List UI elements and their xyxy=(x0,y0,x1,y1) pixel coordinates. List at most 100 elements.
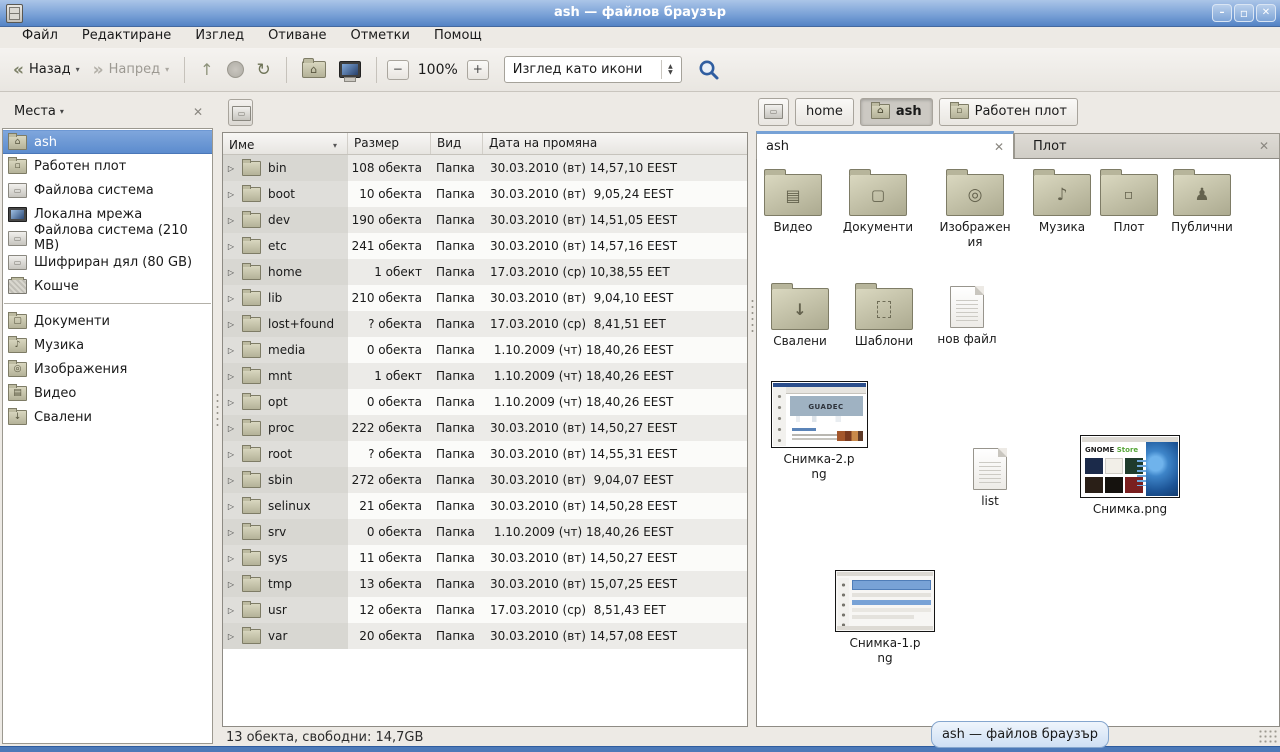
expander-icon[interactable]: ▷ xyxy=(223,294,239,303)
minimize-button[interactable] xyxy=(1212,4,1232,22)
sidebar-item-файлова-система[interactable]: ▭Файлова система xyxy=(3,178,212,202)
expander-icon[interactable]: ▷ xyxy=(223,190,239,199)
table-row[interactable]: ▷boot10 обектаПапка30.03.2010 (вт) 9,05,… xyxy=(223,181,747,207)
expander-icon[interactable]: ▷ xyxy=(223,424,239,433)
computer-button[interactable] xyxy=(334,57,366,82)
sidebar-item-работен-плот[interactable]: ▫Работен плот xyxy=(3,154,212,178)
column-header-name[interactable]: Име ▾ xyxy=(223,133,348,154)
table-row[interactable]: ▷root? обектаПапка30.03.2010 (вт) 14,55,… xyxy=(223,441,747,467)
folder-icon-images[interactable]: Изображения xyxy=(936,174,1014,250)
tree-root-button[interactable]: ▭ xyxy=(228,99,253,126)
file-icon-snimka-2[interactable]: GUADEC Снимка-2.png xyxy=(770,381,868,482)
file-icon-new-file[interactable]: нов файл xyxy=(928,286,1006,347)
expander-icon[interactable]: ▷ xyxy=(223,450,239,459)
expander-icon[interactable]: ▷ xyxy=(223,242,239,251)
search-icon[interactable] xyxy=(697,58,721,82)
up-button[interactable] xyxy=(195,56,218,83)
expander-icon[interactable]: ▷ xyxy=(223,164,239,173)
folder-icon-public[interactable]: Публични xyxy=(1162,174,1242,235)
expander-icon[interactable]: ▷ xyxy=(223,554,239,563)
table-row[interactable]: ▷var20 обектаПапка30.03.2010 (вт) 14,57,… xyxy=(223,623,747,649)
stop-button[interactable] xyxy=(222,57,249,82)
breadcrumb-desktop-button[interactable]: ▫ Работен плот xyxy=(939,98,1078,126)
zoom-out-button[interactable]: − xyxy=(387,60,409,80)
table-row[interactable]: ▷mnt1 обектПапка 1.10.2009 (чт) 18,40,26… xyxy=(223,363,747,389)
places-title[interactable]: Места xyxy=(14,104,56,119)
places-close-icon[interactable]: ✕ xyxy=(193,105,203,119)
forward-button[interactable]: Напред ▾ xyxy=(88,56,174,84)
table-row[interactable]: ▷etc241 обектаПапка30.03.2010 (вт) 14,57… xyxy=(223,233,747,259)
breadcrumb-ash-button[interactable]: ⌂ ash xyxy=(860,98,933,126)
table-row[interactable]: ▷tmp13 обектаПапка30.03.2010 (вт) 15,07,… xyxy=(223,571,747,597)
expander-icon[interactable]: ▷ xyxy=(223,372,239,381)
menu-item-4[interactable]: Отметки xyxy=(338,27,421,48)
table-row[interactable]: ▷dev190 обектаПапка30.03.2010 (вт) 14,51… xyxy=(223,207,747,233)
back-button[interactable]: Назад ▾ xyxy=(8,56,85,84)
places-dropdown-caret[interactable]: ▾ xyxy=(60,107,64,116)
resize-grip[interactable] xyxy=(1258,729,1278,745)
sidebar-item-свалени[interactable]: ↓Свалени xyxy=(3,405,212,429)
forward-dropdown-caret[interactable]: ▾ xyxy=(165,65,169,74)
expander-icon[interactable]: ▷ xyxy=(223,632,239,641)
tab-close-icon[interactable]: ✕ xyxy=(994,140,1004,154)
zoom-in-button[interactable]: + xyxy=(467,60,489,80)
menu-item-1[interactable]: Редактиране xyxy=(70,27,183,48)
menu-item-5[interactable]: Помощ xyxy=(422,27,494,48)
sidebar-item-изображения[interactable]: ◎Изображения xyxy=(3,357,212,381)
sidebar-item-видео[interactable]: ▤Видео xyxy=(3,381,212,405)
expander-icon[interactable]: ▷ xyxy=(223,502,239,511)
table-row[interactable]: ▷opt0 обектаПапка 1.10.2009 (чт) 18,40,2… xyxy=(223,389,747,415)
menu-item-0[interactable]: Файл xyxy=(10,27,70,48)
combo-spinner-icon[interactable] xyxy=(661,60,673,79)
column-header-type[interactable]: Вид xyxy=(431,133,483,154)
sidebar-item-файлова-система-210-mb-[interactable]: ▭Файлова система (210 MB) xyxy=(3,226,212,250)
expander-icon[interactable]: ▷ xyxy=(223,580,239,589)
expander-icon[interactable]: ▷ xyxy=(223,606,239,615)
table-row[interactable]: ▷srv0 обектаПапка 1.10.2009 (чт) 18,40,2… xyxy=(223,519,747,545)
back-dropdown-caret[interactable]: ▾ xyxy=(76,65,80,74)
table-row[interactable]: ▷lost+found? обектаПапка17.03.2010 (ср) … xyxy=(223,311,747,337)
tab-close-icon[interactable]: ✕ xyxy=(1259,139,1269,153)
expander-icon[interactable]: ▷ xyxy=(223,268,239,277)
file-icon-snimka-1[interactable]: Снимка-1.png xyxy=(835,570,935,666)
file-icon-snimka[interactable]: GNOME Store Снимка.png xyxy=(1080,435,1180,517)
table-row[interactable]: ▷sys11 обектаПапка30.03.2010 (вт) 14,50,… xyxy=(223,545,747,571)
sidebar-item-кошче[interactable]: Кошче xyxy=(3,274,212,298)
table-row[interactable]: ▷usr12 обектаПапка17.03.2010 (ср) 8,51,4… xyxy=(223,597,747,623)
sidebar-item-ash[interactable]: ⌂ash xyxy=(3,130,212,154)
folder-icon-templates[interactable]: Шаблони xyxy=(844,288,924,349)
expander-icon[interactable]: ▷ xyxy=(223,528,239,537)
home-button[interactable] xyxy=(297,57,331,82)
folder-icon-documents[interactable]: Документи xyxy=(835,174,921,235)
table-row[interactable]: ▷selinux21 обектаПапка30.03.2010 (вт) 14… xyxy=(223,493,747,519)
sidebar-item-шифриран-дял-80-gb-[interactable]: ▭Шифриран дял (80 GB) xyxy=(3,250,212,274)
expander-icon[interactable]: ▷ xyxy=(223,216,239,225)
taskbar-window-button[interactable]: ash — файлов браузър xyxy=(931,721,1109,748)
menu-item-3[interactable]: Отиване xyxy=(256,27,338,48)
file-icon-list[interactable]: list xyxy=(951,448,1029,509)
sidebar-splitter[interactable] xyxy=(214,392,221,428)
table-row[interactable]: ▷proc222 обектаПапка30.03.2010 (вт) 14,5… xyxy=(223,415,747,441)
folder-icon-downloads[interactable]: Свалени xyxy=(760,288,840,349)
tab-plot[interactable]: Плот ✕ xyxy=(1014,133,1280,159)
breadcrumb-home-button[interactable]: home xyxy=(795,98,854,126)
table-row[interactable]: ▷bin108 обектаПапка30.03.2010 (вт) 14,57… xyxy=(223,155,747,181)
expander-icon[interactable]: ▷ xyxy=(223,320,239,329)
table-row[interactable]: ▷media0 обектаПапка 1.10.2009 (чт) 18,40… xyxy=(223,337,747,363)
folder-icon-desktop[interactable]: Плот xyxy=(1095,174,1163,235)
table-row[interactable]: ▷home1 обектПапка17.03.2010 (ср) 10,38,5… xyxy=(223,259,747,285)
panel-splitter[interactable] xyxy=(749,298,756,334)
maximize-button[interactable] xyxy=(1234,4,1254,22)
folder-icon-video[interactable]: Видео xyxy=(751,174,835,235)
menu-item-2[interactable]: Изглед xyxy=(183,27,256,48)
column-header-size[interactable]: Размер xyxy=(348,133,431,154)
sidebar-item-музика[interactable]: ♪Музика xyxy=(3,333,212,357)
reload-button[interactable] xyxy=(252,56,276,84)
folder-icon-music[interactable]: Музика xyxy=(1022,174,1102,235)
expander-icon[interactable]: ▷ xyxy=(223,476,239,485)
expander-icon[interactable]: ▷ xyxy=(223,398,239,407)
expander-icon[interactable]: ▷ xyxy=(223,346,239,355)
view-mode-select[interactable]: Изглед като икони xyxy=(504,56,682,83)
table-row[interactable]: ▷lib210 обектаПапка30.03.2010 (вт) 9,04,… xyxy=(223,285,747,311)
close-button[interactable] xyxy=(1256,4,1276,22)
